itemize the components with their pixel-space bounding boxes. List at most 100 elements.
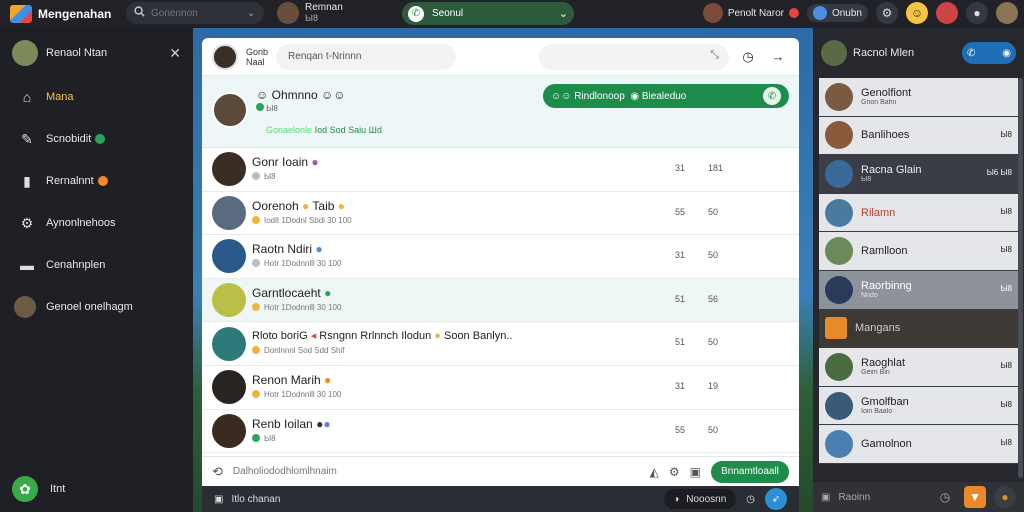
avatar[interactable]	[936, 2, 958, 24]
table-row[interactable]: Oorenoh ● Taib ● Iodit 1Dodnl Sbdi 30 10…	[202, 192, 799, 236]
status-dot	[252, 302, 260, 311]
conversation-name: Gonr Ioain	[252, 155, 309, 169]
contact-time: Ы8	[1000, 206, 1012, 216]
sidebar-item-label: Cenahnplen	[46, 259, 106, 271]
conversation-count-secondary: 56	[708, 293, 719, 304]
conversation-count-secondary: 50	[708, 424, 719, 435]
conversation-count-secondary: 50	[708, 206, 719, 217]
table-row[interactable]: Renb Ioilan ●● Ы8 55 50	[202, 410, 799, 454]
emoji-icon: ☺	[256, 88, 269, 102]
search-bar[interactable]: ⌄	[126, 2, 264, 24]
status-dot	[252, 215, 260, 224]
whatsapp-icon[interactable]: ✆	[763, 87, 781, 105]
contact-name: Gmolfban	[861, 396, 909, 409]
list-item[interactable]: Genolfiont Gnon Bahn	[819, 78, 1018, 117]
voice-icon[interactable]: ◭	[650, 465, 659, 479]
brand[interactable]: Mengenahan	[0, 5, 120, 23]
clock-icon[interactable]: ◷	[746, 494, 755, 505]
settings-icon[interactable]: ⚙	[876, 2, 898, 24]
status-dropdown[interactable]: ✆ Seonul ⌄	[402, 2, 574, 25]
table-row[interactable]: Gonr Ioain ● Ы8 31 181	[202, 148, 799, 192]
conversation-extra-tail: Soon Banlyn..	[443, 330, 513, 343]
emoji-icon: ●	[324, 285, 332, 300]
search-input[interactable]	[151, 7, 241, 19]
alert-icon[interactable]: ●	[994, 486, 1016, 508]
featured-action-button[interactable]: ☺☺ Rindlonoop ◉ Biealeduo ✆	[543, 84, 789, 108]
contact-name: Gamolnon	[861, 438, 912, 451]
list-item[interactable]: Gamolnon Ы8	[819, 425, 1018, 464]
conversation-sub: Hotr 1Dodnnlll 30 100	[264, 389, 342, 399]
chat-search-input[interactable]	[276, 43, 457, 70]
avatar	[825, 237, 853, 266]
contact-list: Genolfiont Gnon Bahn Banlihoes Ы8 Racna G…	[819, 78, 1018, 464]
featured-conversation[interactable]: ☺ Ohmnno ☺☺ Ы8 Gonaelonle Iod Sod Saiu Ш…	[202, 76, 799, 148]
scrollbar[interactable]	[1018, 78, 1023, 478]
avatar[interactable]	[821, 40, 847, 66]
table-row[interactable]: Garntlocaeht ● Hotr 1Dodnnlll 30 100 51 …	[202, 278, 799, 323]
toggle-icon: ◉	[1002, 47, 1011, 59]
online-indicator[interactable]: Onubn	[806, 4, 868, 22]
current-user-chip[interactable]: Remnan Ы8	[277, 2, 343, 24]
attach-icon[interactable]: ⟲	[212, 464, 223, 480]
list-item[interactable]: Raoghlat Geim Bin Ы8	[819, 348, 1018, 387]
contact-sub: Geim Bin	[861, 369, 890, 377]
top-bar: Mengenahan ⌄ Remnan Ы8 ✆ Seonul ⌄ Penolt…	[0, 0, 1024, 28]
gear-icon[interactable]: ⚙	[669, 465, 680, 479]
sidebar-item-home[interactable]: ⌂ Mana	[0, 76, 193, 118]
notification-icon[interactable]: ▼	[964, 486, 986, 508]
avatar[interactable]	[996, 2, 1018, 24]
camera-icon[interactable]: ●	[966, 2, 988, 24]
list-item[interactable]: Ramlloon Ы8	[819, 232, 1018, 271]
chevron-down-icon[interactable]: ⌄	[247, 8, 255, 19]
avatar	[825, 352, 853, 381]
contact-name: Genolfiont	[861, 87, 912, 100]
emoji-icon	[97, 176, 108, 186]
table-row[interactable]: Raotn Ndiri ● Hotr 1Dodnnlll 30 100 31 5…	[202, 235, 799, 279]
conversation-count-secondary: 19	[708, 380, 719, 391]
clock-icon[interactable]: ◷	[737, 46, 759, 68]
sidebar-item-settings[interactable]: ⚙ Aynonlnehoos	[0, 202, 193, 244]
avatar	[212, 283, 246, 318]
conversation-sub: Ы8	[264, 433, 276, 443]
sidebar-item-label: Genoel onelhagm	[46, 301, 133, 313]
footer-pill[interactable]: ◗ Nooosnn	[664, 489, 737, 509]
avatar[interactable]	[12, 40, 38, 66]
list-item[interactable]: Raorbinng Nndo Ы8	[819, 270, 1018, 310]
list-item[interactable]: Mangans	[819, 309, 1018, 349]
footer-label: Itlo chanan	[231, 493, 281, 505]
contact-name: Racna Glain	[861, 164, 922, 177]
send-icon[interactable]: ➶	[765, 488, 787, 510]
status-label: Seonul	[432, 8, 464, 19]
avatar[interactable]	[212, 43, 238, 70]
status-dot	[252, 389, 260, 398]
expand-icon[interactable]: ⤡	[710, 49, 719, 62]
sidebar-item-files[interactable]: ▮ Rernalnnt	[0, 160, 193, 202]
status-dot	[252, 433, 260, 442]
sidebar-item-folder[interactable]: ▬ Cenahnplen	[0, 244, 193, 286]
conversation-count: 31	[675, 380, 686, 391]
close-icon[interactable]: ✕	[169, 45, 181, 62]
online-toggle[interactable]: ✆ ◉	[962, 42, 1016, 64]
sidebar-item-profile[interactable]: Genoel onelhagm	[0, 286, 193, 328]
whatsapp-icon: ✆	[408, 5, 424, 22]
list-item[interactable]: Rilamn Ы8	[819, 193, 1018, 233]
top-user[interactable]: Penolt Naror	[702, 3, 799, 23]
filter-field[interactable]: ⤡	[539, 43, 729, 70]
list-item[interactable]: Banlihoes Ы8	[819, 116, 1018, 156]
contact-time: Ы8	[1000, 438, 1012, 448]
sidebar-footer[interactable]: ✿ Itnt	[12, 476, 65, 502]
image-icon[interactable]: ▣	[821, 492, 830, 503]
clock-icon[interactable]: ◷	[934, 486, 956, 508]
list-item[interactable]: Racna Glain Ы8 Ы6 Ы8	[819, 155, 1018, 194]
image-icon[interactable]: ▣	[214, 494, 223, 505]
conversation-count: 31	[675, 250, 686, 261]
send-button[interactable]: Bnnamtloaall	[711, 460, 789, 483]
table-row[interactable]: Rloto boriG ◂ Rsngnn Rrlnnch Ilodun ● So…	[202, 322, 799, 366]
message-input[interactable]	[232, 466, 640, 477]
list-item[interactable]: Gmolfban Ioin Baalo Ы8	[819, 386, 1018, 426]
sidebar-item-chat[interactable]: ✎ Scnobidit	[0, 118, 193, 160]
emoji-icon[interactable]: ☺	[906, 2, 928, 24]
image-icon[interactable]: ▣	[690, 465, 701, 479]
arrow-right-icon[interactable]: →	[767, 46, 789, 68]
table-row[interactable]: Renon Marih ● Hotr 1Dodnnlll 30 100 31 1…	[202, 366, 799, 410]
